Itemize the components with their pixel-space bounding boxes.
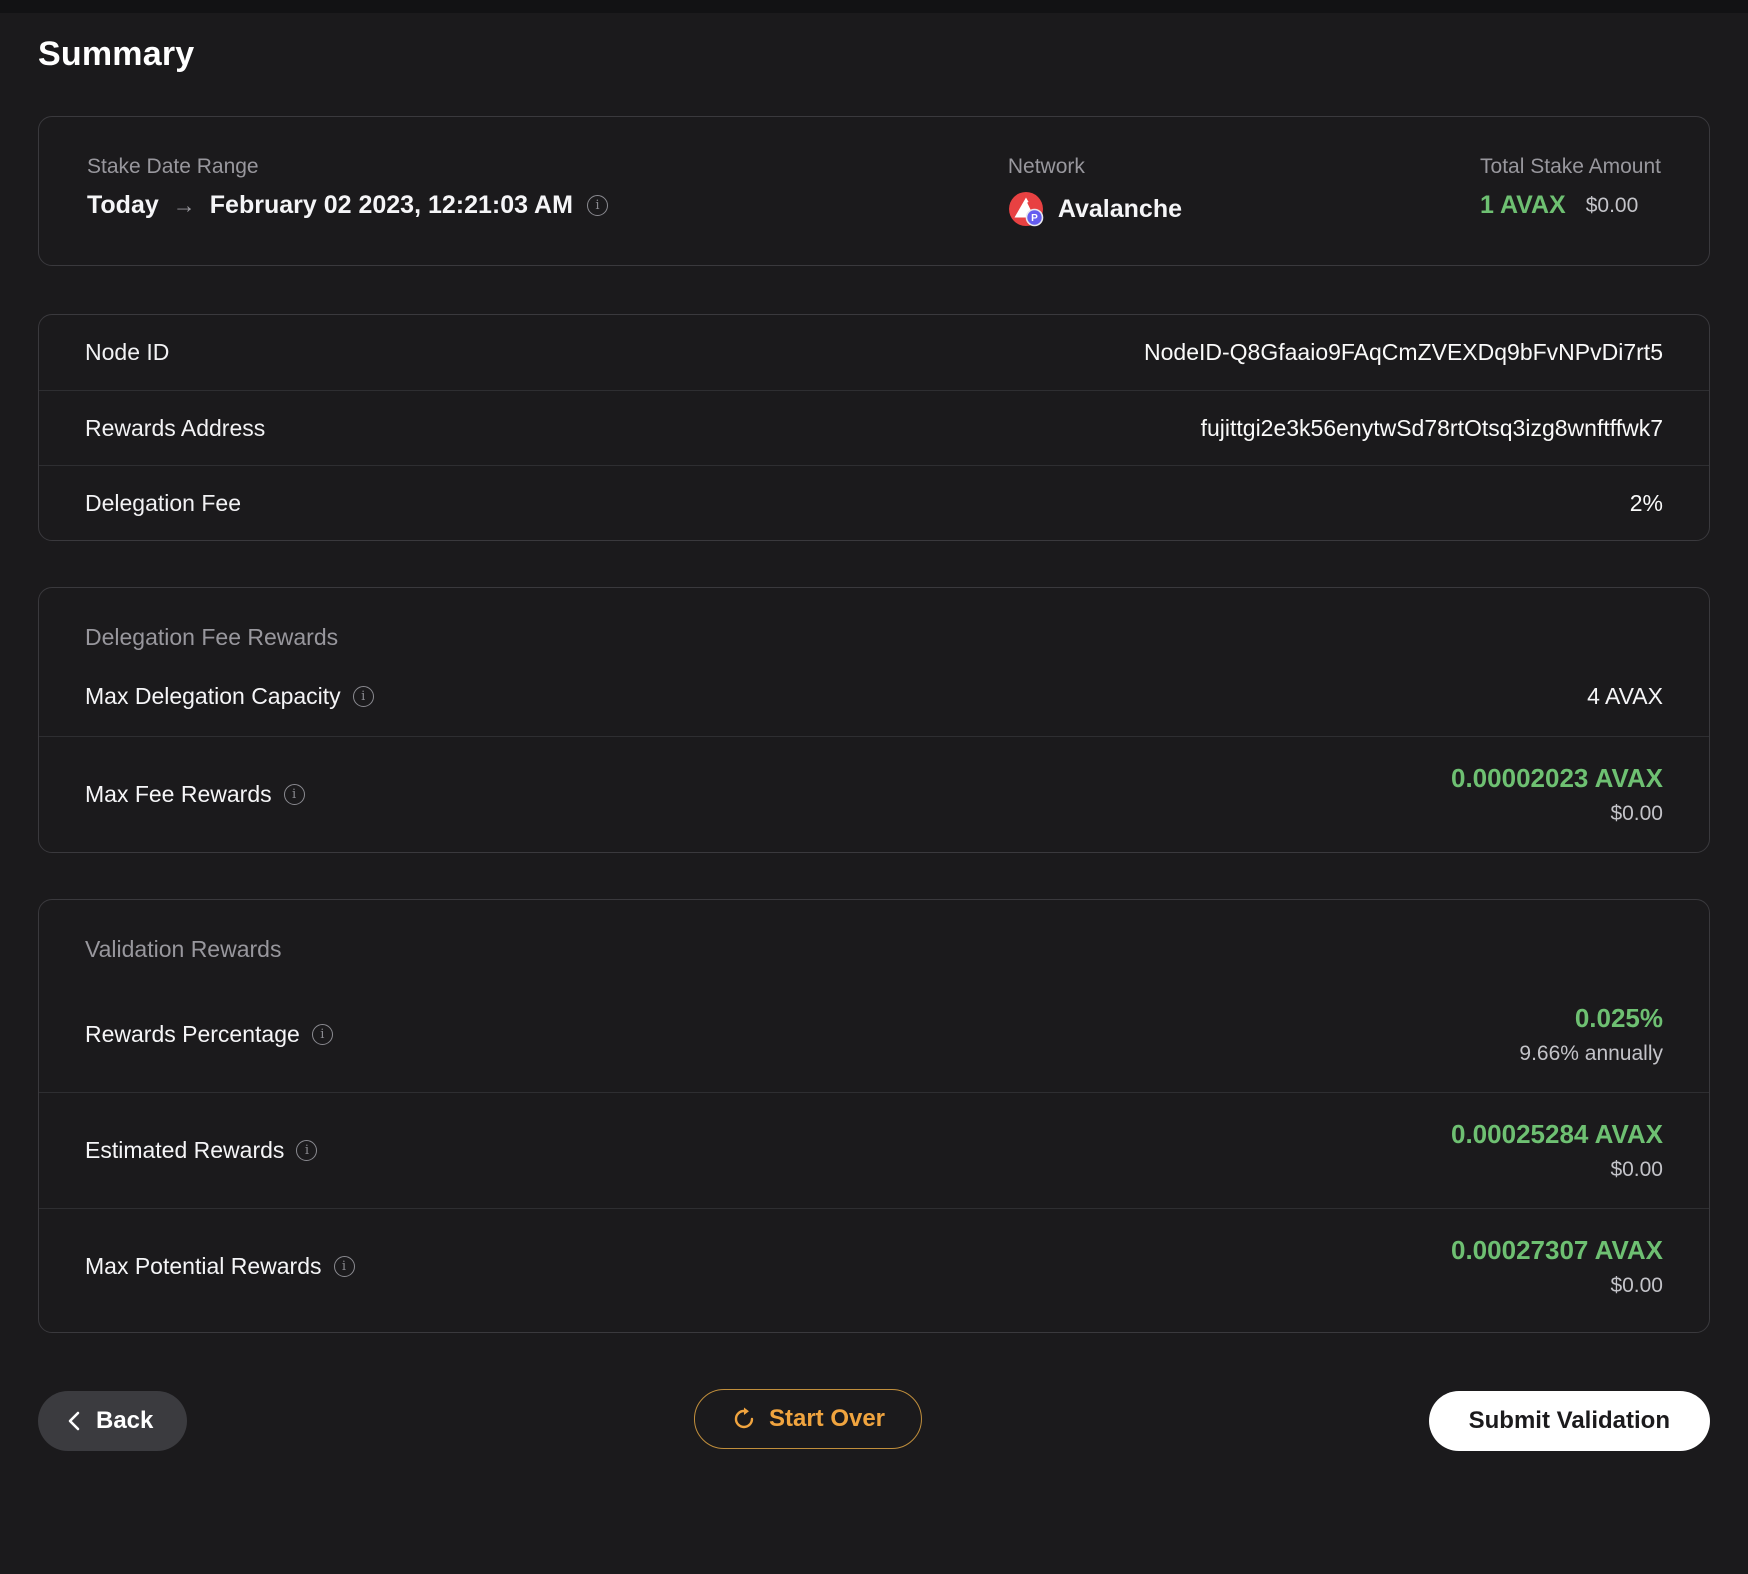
node-id-value: NodeID-Q8Gfaaio9FAqCmZVEXDq9bFvNPvDi7rt5: [1144, 339, 1663, 365]
validation-rewards-card: Validation Rewards Rewards Percentage i …: [38, 899, 1710, 1333]
arrow-right-icon: →: [172, 192, 196, 218]
max-fee-rewards-row: Max Fee Rewards i 0.00002023 AVAX $0.00: [39, 736, 1709, 852]
rewards-percentage-label: Rewards Percentage: [85, 1021, 300, 1047]
max-fee-rewards-fiat: $0.00: [1610, 802, 1663, 825]
footer-actions: Back Start Over Submit Validation: [38, 1389, 1710, 1493]
max-potential-rewards-row: Max Potential Rewards i 0.00027307 AVAX …: [39, 1208, 1709, 1332]
submit-validation-label: Submit Validation: [1468, 1407, 1670, 1434]
network-block: Network P Avalanche: [1008, 155, 1480, 227]
max-fee-rewards-value: 0.00002023 AVAX: [1451, 763, 1663, 793]
rewards-percentage-value: 0.025%: [1574, 1003, 1663, 1033]
max-potential-rewards-value: 0.00027307 AVAX: [1451, 1235, 1663, 1265]
delegation-fee-rewards-card: Delegation Fee Rewards Max Delegation Ca…: [38, 587, 1710, 853]
chevron-left-icon: [66, 1410, 82, 1432]
delegation-fee-value: 2%: [1629, 489, 1663, 516]
max-potential-rewards-label: Max Potential Rewards: [85, 1253, 322, 1279]
node-id-label: Node ID: [85, 339, 170, 365]
node-id-row: Node ID NodeID-Q8Gfaaio9FAqCmZVEXDq9bFvN…: [39, 315, 1709, 390]
delegation-fee-rewards-title: Delegation Fee Rewards: [85, 624, 339, 650]
total-stake-amount: 1 AVAX: [1480, 191, 1566, 219]
max-delegation-capacity-label: Max Delegation Capacity: [85, 683, 341, 709]
stake-summary-card: Stake Date Range Today → February 02 202…: [38, 116, 1710, 266]
info-icon[interactable]: i: [352, 686, 374, 707]
window-top-edge: [0, 0, 1748, 13]
max-delegation-capacity-row: Max Delegation Capacity i 4 AVAX: [39, 657, 1709, 736]
start-over-button[interactable]: Start Over: [693, 1389, 923, 1449]
refresh-icon: [731, 1407, 755, 1431]
page-title: Summary: [38, 35, 195, 73]
max-delegation-capacity-value: 4 AVAX: [1587, 683, 1663, 709]
info-icon[interactable]: i: [333, 1256, 355, 1277]
svg-text:P: P: [1031, 213, 1038, 224]
stake-date-to: February 02 2023, 12:21:03 AM: [209, 191, 573, 219]
total-stake-label: Total Stake Amount: [1480, 155, 1661, 178]
max-fee-rewards-label: Max Fee Rewards: [85, 781, 272, 807]
estimated-rewards-fiat: $0.00: [1610, 1158, 1663, 1181]
summary-page: Summary Stake Date Range Today → Februar…: [0, 35, 1748, 1493]
info-icon[interactable]: i: [311, 1024, 333, 1045]
rewards-percentage-row: Rewards Percentage i 0.025% 9.66% annual…: [39, 969, 1709, 1092]
max-potential-rewards-fiat: $0.00: [1610, 1274, 1663, 1297]
rewards-address-value: fujittgi2e3k56enytwSd78rtOtsq3izg8wnftff…: [1200, 414, 1663, 441]
start-over-label: Start Over: [768, 1405, 886, 1432]
rewards-address-label: Rewards Address: [85, 414, 266, 441]
stake-date-range-label: Stake Date Range: [87, 155, 259, 178]
delegation-fee-label: Delegation Fee: [85, 489, 241, 516]
back-button-label: Back: [96, 1407, 154, 1434]
submit-validation-button[interactable]: Submit Validation: [1428, 1391, 1710, 1451]
total-stake-fiat: $0.00: [1585, 193, 1639, 217]
delegation-fee-row: Delegation Fee 2%: [39, 465, 1709, 540]
validation-rewards-title: Validation Rewards: [85, 936, 282, 962]
node-details-card: Node ID NodeID-Q8Gfaaio9FAqCmZVEXDq9bFvN…: [38, 314, 1710, 541]
estimated-rewards-label: Estimated Rewards: [85, 1137, 285, 1163]
network-value: Avalanche: [1057, 194, 1182, 223]
total-stake-block: Total Stake Amount 1 AVAX $0.00: [1480, 155, 1661, 220]
avalanche-icon: P: [1008, 191, 1044, 227]
estimated-rewards-value: 0.00025284 AVAX: [1451, 1119, 1663, 1149]
info-icon[interactable]: i: [296, 1140, 318, 1161]
stake-date-from: Today: [87, 191, 159, 219]
rewards-percentage-sub: 9.66% annually: [1519, 1042, 1663, 1065]
estimated-rewards-row: Estimated Rewards i 0.00025284 AVAX $0.0…: [39, 1092, 1709, 1208]
network-label: Network: [1007, 155, 1085, 178]
rewards-address-row: Rewards Address fujittgi2e3k56enytwSd78r…: [39, 390, 1709, 465]
stake-date-range-block: Stake Date Range Today → February 02 202…: [87, 155, 1008, 220]
info-icon[interactable]: i: [586, 195, 608, 216]
back-button[interactable]: Back: [38, 1391, 188, 1451]
info-icon[interactable]: i: [283, 784, 305, 805]
